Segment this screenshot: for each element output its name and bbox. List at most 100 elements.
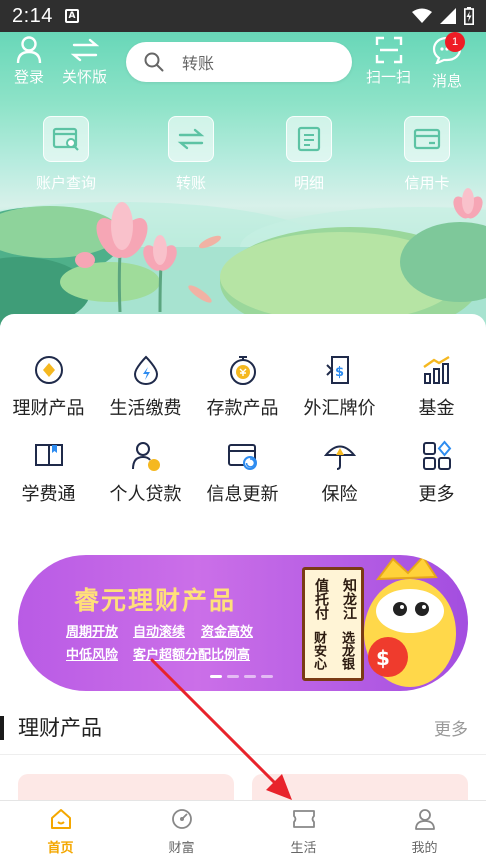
scan-label: 扫一扫 <box>366 68 412 86</box>
login-label: 登录 <box>14 68 45 86</box>
signal-icon <box>440 8 456 24</box>
quick-label: 转账 <box>175 174 206 192</box>
banner-feature: 自动滚续 <box>133 625 186 640</box>
service-forex-rate[interactable]: $ 外汇牌价 <box>291 354 388 420</box>
pagination-dot[interactable] <box>227 675 239 678</box>
service-label: 基金 <box>418 398 455 419</box>
care-mode-button[interactable]: 关怀版 <box>62 36 107 87</box>
search-icon <box>144 52 164 72</box>
scan-button[interactable]: 扫一扫 <box>366 36 411 87</box>
tab-label: 财富 <box>168 841 195 856</box>
banner-feature: 客户超额分配比例高 <box>133 648 251 663</box>
promo-banner[interactable]: 睿元理财产品 周期开放 自动滚续 资金高效 中低风险 客户超额分配比例高 知龙江… <box>18 555 468 691</box>
search-input[interactable]: 转账 <box>126 42 352 82</box>
insurance-umbrella-icon <box>323 440 356 472</box>
message-count-badge: 1 <box>445 32 465 52</box>
quick-credit-card[interactable]: 信用卡 <box>377 116 477 193</box>
service-more[interactable]: 更多 <box>388 440 485 506</box>
deposit-icon <box>227 354 259 386</box>
service-label: 理财产品 <box>12 398 85 419</box>
wealth-product-icon <box>33 354 65 386</box>
quick-details[interactable]: 明细 <box>259 116 359 193</box>
tab-profile[interactable]: 我的 <box>364 807 485 856</box>
details-icon <box>286 116 332 162</box>
service-tuition[interactable]: 学费通 <box>0 440 97 506</box>
scan-icon <box>375 36 402 64</box>
messages-label: 消息 <box>432 72 463 90</box>
tab-label: 首页 <box>47 841 74 856</box>
transfer-icon <box>168 116 214 162</box>
tab-label: 我的 <box>411 841 438 856</box>
service-personal-loan[interactable]: 个人贷款 <box>97 440 194 506</box>
service-label: 学费通 <box>21 484 76 505</box>
wifi-icon <box>412 8 432 23</box>
quick-account-query[interactable]: 账户查询 <box>16 116 116 193</box>
home-icon <box>50 809 71 829</box>
service-label: 生活缴费 <box>109 398 182 419</box>
pagination-dot[interactable] <box>210 675 222 678</box>
section-title: 理财产品 <box>18 716 102 740</box>
service-utility-bill[interactable]: 生活缴费 <box>97 354 194 420</box>
section-more-link[interactable]: 更多 <box>434 715 468 740</box>
service-label: 个人贷款 <box>109 484 182 505</box>
service-label: 存款产品 <box>206 398 279 419</box>
battery-icon <box>464 7 474 25</box>
life-ticket-icon <box>292 810 315 828</box>
service-label: 信息更新 <box>206 484 279 505</box>
wealth-section-header: 理财产品 更多 <box>0 712 486 746</box>
tuition-book-icon <box>33 440 65 472</box>
personal-loan-icon <box>130 440 162 472</box>
utility-bill-icon <box>130 354 162 386</box>
bottom-tab-bar: 首页 财富 生活 我的 <box>0 800 486 865</box>
quick-label: 账户查询 <box>35 174 96 192</box>
tab-label: 生活 <box>290 841 317 856</box>
more-apps-icon <box>421 440 453 472</box>
banner-feature: 中低风险 <box>66 648 119 663</box>
service-info-update[interactable]: 信息更新 <box>194 440 291 506</box>
banner-pagination <box>210 675 273 678</box>
messages-button[interactable]: 1 消息 <box>432 32 465 91</box>
scroll-text: 值托付 <box>313 578 329 620</box>
pagination-dot[interactable] <box>244 675 256 678</box>
service-deposit[interactable]: 存款产品 <box>194 354 291 420</box>
switch-arrows-icon <box>70 38 99 62</box>
section-accent-bar <box>0 716 4 740</box>
mascot-illustration: $ <box>364 555 456 687</box>
service-label: 更多 <box>418 484 455 505</box>
quick-label: 信用卡 <box>404 174 450 192</box>
fund-chart-icon <box>421 354 453 386</box>
notification-icon: A <box>64 9 79 23</box>
wealth-icon <box>171 809 192 829</box>
care-mode-label: 关怀版 <box>62 68 108 86</box>
service-fund[interactable]: 基金 <box>388 354 485 420</box>
tab-home[interactable]: 首页 <box>0 807 121 856</box>
section-divider <box>0 754 486 755</box>
status-bar: 2:14 A <box>0 0 486 32</box>
top-bar: 登录 关怀版 转账 扫一扫 1 消息 <box>0 32 486 92</box>
forex-rate-icon: $ <box>324 354 356 386</box>
banner-title: 睿元理财产品 <box>74 586 237 615</box>
tab-life[interactable]: 生活 <box>243 807 364 856</box>
credit-card-icon <box>404 116 450 162</box>
quick-label: 明细 <box>293 174 324 192</box>
login-button[interactable]: 登录 <box>14 36 44 87</box>
status-indicators <box>412 7 474 25</box>
quick-actions: 账户查询 转账 明细 信用卡 <box>0 116 486 196</box>
svg-text:$: $ <box>376 646 390 670</box>
service-label: 外汇牌价 <box>303 398 376 419</box>
user-icon <box>16 36 42 64</box>
pagination-dot[interactable] <box>261 675 273 678</box>
scroll-text: 财安心 <box>311 631 326 670</box>
account-query-icon <box>43 116 89 162</box>
service-label: 保险 <box>321 484 358 505</box>
profile-icon <box>414 809 435 830</box>
tab-wealth[interactable]: 财富 <box>121 807 242 856</box>
search-placeholder: 转账 <box>182 54 215 73</box>
svg-text:$: $ <box>335 365 344 380</box>
hero-banner: 登录 关怀版 转账 扫一扫 1 消息 账户查询 转账 明细 信用卡 <box>0 32 486 332</box>
service-insurance[interactable]: 保险 <box>291 440 388 506</box>
quick-transfer[interactable]: 转账 <box>141 116 241 193</box>
banner-feature: 资金高效 <box>201 625 254 640</box>
service-wealth-product[interactable]: 理财产品 <box>0 354 97 420</box>
banner-feature: 周期开放 <box>66 625 119 640</box>
